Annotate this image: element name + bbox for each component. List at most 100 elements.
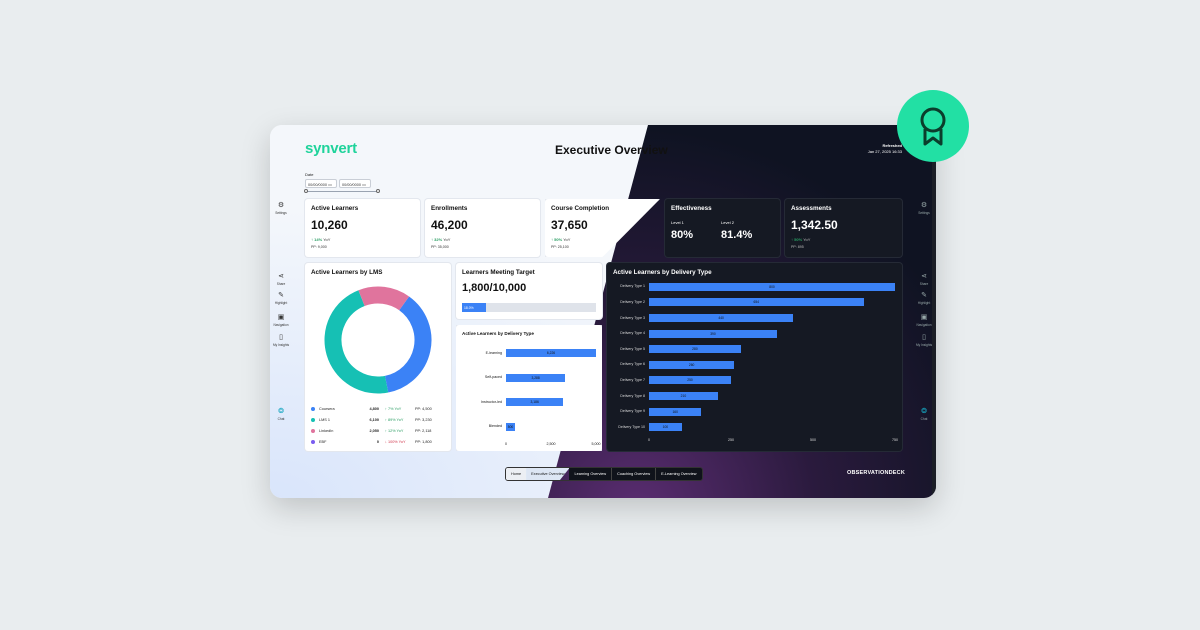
legend-pp: PP: 4,500: [415, 406, 432, 411]
x-tick-label: 5,000: [591, 442, 601, 446]
effectiveness-levels: Level 1 80% Level 2 81.4%: [671, 220, 774, 241]
slider-end-handle[interactable]: [376, 189, 380, 193]
nav-tab-coaching-overview[interactable]: Coaching Overview: [611, 468, 656, 480]
legend-dot: [311, 417, 315, 422]
page-title: Executive Overview: [555, 143, 668, 157]
legend-yoy: ↑ 89% YoY: [385, 417, 404, 422]
rail-insights-label: My Insights: [915, 343, 933, 347]
kpi-title: Assessments: [791, 205, 832, 212]
nav-tab-learning-overview[interactable]: Learning Overview: [569, 468, 612, 480]
legend-value: 4,800: [369, 406, 379, 411]
kpi-value: 1,342.50: [791, 218, 838, 232]
device-rim: [932, 125, 936, 498]
arrow-up-icon: ↑: [791, 237, 793, 242]
category-label: Delivery Type 8: [620, 393, 645, 398]
rail-settings[interactable]: ⚙ Settings: [270, 202, 292, 215]
bar[interactable]: 6,226: [506, 349, 596, 358]
rail-my-insights-dark[interactable]: ▯ My Insights: [913, 334, 935, 347]
kpi-yoy-value: 50%: [554, 237, 563, 242]
rail-settings-dark[interactable]: ⚙ Settings: [913, 202, 935, 215]
slider-start-handle[interactable]: [304, 189, 308, 193]
kpi-yoy: ↑ 14% YoY: [311, 237, 414, 242]
category-label: Delivery Type 5: [620, 346, 645, 351]
donut-slice-lms-1[interactable]: [324, 290, 389, 394]
bar[interactable]: 280: [649, 345, 741, 354]
bar[interactable]: 160: [649, 407, 702, 416]
stage: synvert Executive Overview Refreshed Jan…: [0, 0, 1200, 630]
legend-row[interactable]: LinkedIn 2,050 ↑ 12% YoY PP: 2,118: [311, 425, 445, 436]
legend-row[interactable]: LMS 1 6,100 ↑ 89% YoY PP: 3,230: [311, 414, 445, 425]
date-range-slider[interactable]: [306, 191, 378, 192]
end-date-input[interactable]: 00/00/0000 ▭: [339, 179, 371, 188]
rail-highlight[interactable]: ✎ Highlight: [270, 292, 292, 305]
legend-yoy-value: 12% YoY: [387, 428, 404, 433]
x-tick-label: 250: [728, 438, 734, 442]
donut-slice-linkedin[interactable]: [358, 286, 410, 311]
share-icon: ⋖: [278, 273, 284, 280]
category-label: Delivery Type 2: [620, 299, 645, 304]
arrow-up-icon: ↑: [431, 237, 433, 242]
start-date-value: 00/00/0000: [308, 183, 328, 187]
bar[interactable]: 3,288: [506, 373, 566, 382]
nav-tab-elearning-overview[interactable]: E-Learning Overview: [655, 468, 702, 480]
rail-navigation-dark[interactable]: ▣ Navigation: [913, 314, 935, 327]
navigation-icon: ▣: [277, 314, 285, 321]
bar[interactable]: 260: [649, 360, 735, 369]
x-tick-label: 500: [810, 438, 816, 442]
gear-icon: ⚙: [277, 202, 285, 209]
nav-tab-home[interactable]: Home: [506, 468, 527, 480]
bar[interactable]: 250: [649, 376, 731, 385]
lms-legend: Coursera 4,800 ↑ 7% YoY PP: 4,500 LMS 1 …: [311, 403, 445, 447]
observationdeck-logo: OBSERVATIONDECK: [847, 470, 906, 476]
kpi-yoy-value: 50%: [794, 237, 803, 242]
delivery-type-bar-chart: E-learning 6,226 Self-paced 3,288 Instructor…: [456, 325, 602, 451]
legend-row[interactable]: Coursera 4,800 ↑ 7% YoY PP: 4,500: [311, 403, 445, 414]
end-date-value: 00/00/0000: [342, 183, 362, 187]
bar[interactable]: 440: [649, 314, 794, 322]
legend-name: Coursera: [319, 406, 335, 411]
legend-name: LinkedIn: [319, 428, 334, 433]
dashboard-window: synvert Executive Overview Refreshed Jan…: [270, 125, 936, 498]
bar[interactable]: 3,186: [506, 398, 564, 407]
ribbon-award-icon: [920, 107, 946, 146]
bookmark-icon: ▯: [279, 334, 283, 341]
rail-chat-dark[interactable]: ❂ Chat: [913, 408, 935, 421]
bar[interactable]: 210: [649, 392, 718, 400]
bookmark-icon: ▯: [922, 334, 926, 341]
kpi-active-learners: Active Learners 10,260 ↑ 14% YoY PP: 9,0…: [305, 199, 420, 257]
rail-navigation[interactable]: ▣ Navigation: [270, 314, 292, 327]
arrow-up-icon: ↑: [551, 237, 553, 242]
bar[interactable]: 800: [649, 282, 895, 291]
bar[interactable]: 500: [506, 422, 515, 431]
rail-my-insights[interactable]: ▯ My Insights: [270, 334, 292, 347]
refreshed-time: Jan 27, 2025 16:33: [867, 149, 902, 154]
award-badge: [897, 90, 969, 162]
bar[interactable]: 390: [649, 329, 777, 338]
rail-insights-label: My Insights: [272, 343, 290, 347]
rail-share[interactable]: ⋖ Share: [270, 273, 292, 286]
page-nav: Home Executive Overview Learning Overvie…: [505, 467, 703, 481]
kpi-yoy-value: 32%: [434, 237, 443, 242]
nav-tab-executive-overview[interactable]: Executive Overview: [526, 468, 570, 480]
bar-value-label: 390: [710, 331, 716, 336]
legend-row[interactable]: EBF 0 ↓ 100% YoY PP: 1,800: [311, 436, 445, 447]
kpi-title: Active Learners: [311, 205, 359, 212]
kpi-value: 46,200: [431, 218, 468, 232]
rail-highlight-dark[interactable]: ✎ Highlight: [913, 292, 935, 305]
rail-chat[interactable]: ❂ Chat: [270, 408, 292, 421]
start-date-input[interactable]: 00/00/0000 ▭: [305, 179, 337, 188]
gear-icon: ⚙: [920, 202, 928, 209]
kpi-value: 10,260: [311, 218, 348, 232]
category-label: Delivery Type 1: [620, 284, 645, 289]
lms-card: Active Learners by LMS Coursera 4,800 ↑ …: [305, 263, 451, 451]
rail-share-dark[interactable]: ⋖ Share: [913, 273, 935, 286]
calendar-icon: ▭: [328, 183, 332, 187]
bar[interactable]: 100: [649, 423, 682, 432]
donut-slice-coursera[interactable]: [384, 296, 432, 393]
bar-value-label: 500: [507, 424, 514, 429]
target-progress-label: 18.0%: [464, 306, 474, 310]
target-title: Learners Meeting Target: [462, 269, 535, 276]
lms-donut-chart: [324, 286, 432, 394]
rail-navigation-label: Navigation: [916, 323, 932, 327]
bar[interactable]: 654: [649, 298, 864, 307]
